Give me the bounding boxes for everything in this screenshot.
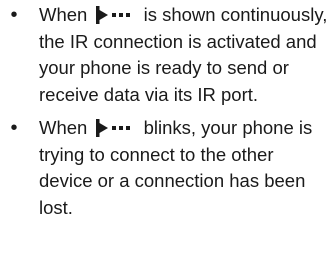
bullet-marker: • bbox=[10, 117, 18, 139]
item-text-prefix: When bbox=[39, 117, 88, 138]
item-text-prefix: When bbox=[39, 4, 88, 25]
document-body: • When is shown continuously, the IR con… bbox=[0, 2, 333, 228]
ir-connection-icon bbox=[96, 119, 131, 137]
bullet-marker: • bbox=[10, 4, 18, 26]
ir-connection-icon bbox=[96, 6, 131, 24]
list-item: • When is shown continuously, the IR con… bbox=[0, 2, 333, 108]
list-item: • When blinks, your phone is trying to c… bbox=[0, 115, 333, 221]
